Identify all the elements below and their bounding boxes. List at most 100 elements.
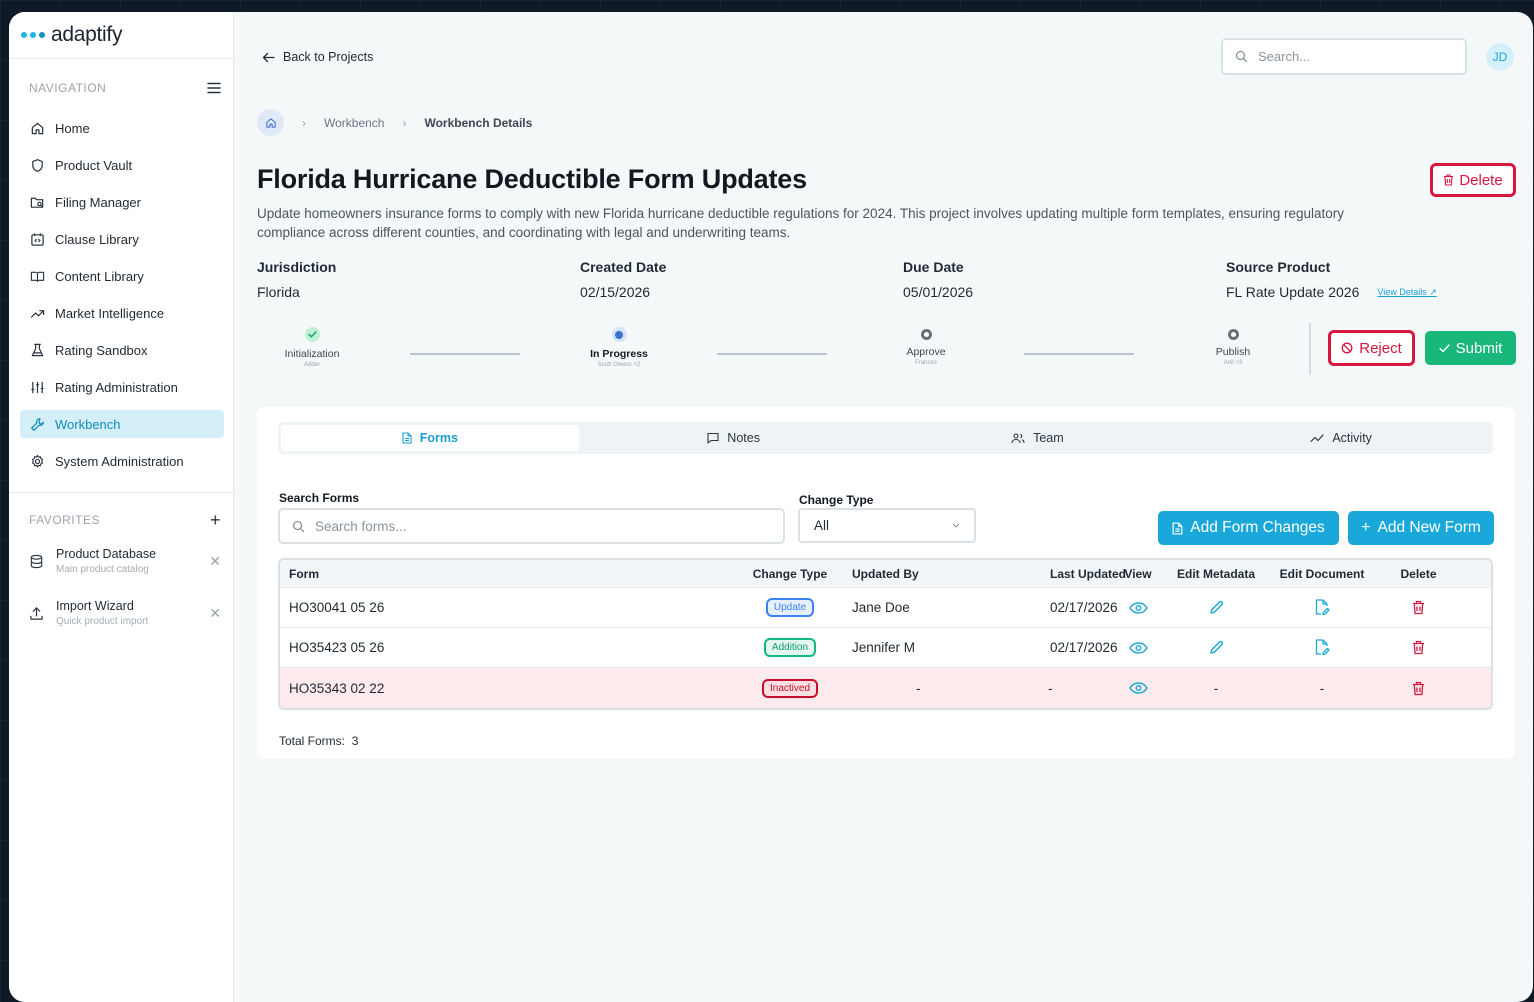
favorite-item-product-database[interactable]: Product Database Main product catalog ✕ [9,541,233,581]
favorite-subtitle: Quick product import [56,616,149,627]
tab-notes[interactable]: Notes [585,425,883,451]
table-header: Form Change Type Updated By Last Updated… [280,560,1491,588]
column-header: Edit Document [1279,566,1365,581]
sidebar-item-rating-administration[interactable]: Rating Administration [20,373,224,401]
view-cell [1112,682,1164,694]
column-header: Edit Metadata [1176,566,1255,581]
form-name: HO35423 05 26 [289,640,385,655]
tab-label: Activity [1332,431,1372,445]
edit-metadata-cell: - [1213,680,1219,696]
logo-dots-icon [21,32,45,38]
trash-icon[interactable] [1412,600,1425,615]
remove-favorite-icon[interactable]: ✕ [209,605,221,622]
change-type-badge: Inactived [761,678,819,698]
tab-label: Forms [419,431,458,445]
trash-icon[interactable] [1412,681,1425,696]
sidebar-item-label: Rating Sandbox [55,342,148,358]
sidebar-item-system-administration[interactable]: System Administration [20,447,224,475]
sidebar-item-content-library[interactable]: Content Library [20,262,224,290]
tab-label: Team [1033,431,1064,445]
meta-value: Florida [257,284,300,300]
meta-due-date: Due Date 05/01/2026 [903,259,973,300]
sidebar-item-filing-manager[interactable]: Filing Manager [20,188,224,216]
current-step-icon [611,327,627,342]
meta-value: FL Rate Update 2026 [1226,284,1360,300]
remove-favorite-icon[interactable]: ✕ [209,553,221,570]
sidebar-item-rating-sandbox[interactable]: Rating Sandbox [20,336,224,364]
edit-document-cell: - [1319,680,1325,696]
trash-icon[interactable] [1412,640,1425,655]
tab-bar: Forms Notes Team Activity [278,422,1493,454]
global-search-input[interactable]: Search... [1221,38,1467,75]
eye-icon[interactable] [1128,641,1148,654]
check-icon [1438,343,1450,352]
table-row: HO35423 05 26 Addition Jennifer M 02/17/… [280,628,1491,668]
step-assignee: Frances [915,360,937,366]
tab-team[interactable]: Team [889,425,1187,451]
add-new-form-button[interactable]: + Add New Form [1348,511,1494,545]
favorite-item-import-wizard[interactable]: Import Wizard Quick product import ✕ [9,593,233,633]
step-connector [410,353,520,355]
chevron-right-icon: › [402,115,407,130]
meta-created-date: Created Date 02/15/2026 [580,259,666,300]
eye-icon[interactable] [1128,601,1148,614]
table-row: HO30041 05 26 Update Jane Doe 02/17/2026 [280,588,1491,628]
avatar[interactable]: JD [1486,43,1514,71]
tab-activity[interactable]: Activity [1192,425,1490,451]
breadcrumb: › Workbench › Workbench Details [257,109,532,136]
change-type-select[interactable]: All [798,508,976,543]
submit-label: Submit [1455,339,1503,357]
menu-icon[interactable] [207,82,221,94]
updated-by: - [916,680,921,696]
breadcrumb-item[interactable]: Workbench [324,116,384,130]
add-form-changes-button[interactable]: Add Form Changes [1158,511,1339,545]
search-placeholder: Search... [1258,49,1311,64]
view-details-link[interactable]: View Details ↗ [1377,287,1436,298]
nav-header-label: NAVIGATION [29,81,107,95]
add-new-form-label: Add New Form [1377,519,1481,536]
sidebar-item-label: Clause Library [55,231,139,247]
pencil-icon[interactable] [1209,600,1224,615]
tab-forms[interactable]: Forms [281,425,579,451]
reject-button[interactable]: Reject [1328,330,1415,366]
step-label: Publish [1215,346,1251,358]
brand-name: adaptify [51,23,123,46]
meta-label: Created Date [580,259,667,275]
eye-icon[interactable] [1128,682,1148,694]
pencil-icon[interactable] [1209,640,1224,655]
submit-button[interactable]: Submit [1425,331,1516,365]
sidebar-item-market-intelligence[interactable]: Market Intelligence [20,299,224,327]
add-favorite-icon[interactable]: + [210,511,221,529]
logo[interactable]: adaptify [9,12,233,59]
file-edit-icon[interactable] [1314,639,1330,656]
total-label: Total Forms: [279,734,346,748]
breadcrumb-current: Workbench Details [424,115,533,130]
sidebar-item-workbench[interactable]: Workbench [20,410,224,438]
forms-table: Form Change Type Updated By Last Updated… [278,558,1493,710]
breadcrumb-home-icon[interactable] [257,109,284,136]
sidebar-item-label: Content Library [55,268,144,284]
upload-icon [30,606,43,620]
delete-project-button[interactable]: Delete [1430,163,1516,197]
activity-icon [1310,434,1324,443]
sidebar-item-label: Workbench [55,416,121,432]
delete-label: Delete [1459,171,1503,189]
code-calendar-icon [31,232,44,246]
meta-value: 02/15/2026 [580,284,651,300]
edit-metadata-cell [1164,640,1268,655]
actions-divider [1309,323,1311,375]
search-forms-input[interactable]: Search forms... [278,508,785,544]
step-label: Initialization [284,348,340,360]
meta-source-product: Source Product FL Rate Update 2026 View … [1226,259,1437,300]
back-to-projects-link[interactable]: Back to Projects [262,50,373,64]
pending-step-icon [1227,329,1239,340]
sidebar-item-product-vault[interactable]: Product Vault [20,151,224,179]
check-icon [304,327,320,342]
folder-search-icon [30,197,44,208]
search-forms-label: Search Forms [279,491,360,505]
chevron-down-icon [952,523,960,528]
meta-value: 05/01/2026 [903,284,974,300]
file-edit-icon[interactable] [1314,599,1330,616]
sidebar-item-home[interactable]: Home [20,114,224,142]
sidebar-item-clause-library[interactable]: Clause Library [20,225,224,253]
